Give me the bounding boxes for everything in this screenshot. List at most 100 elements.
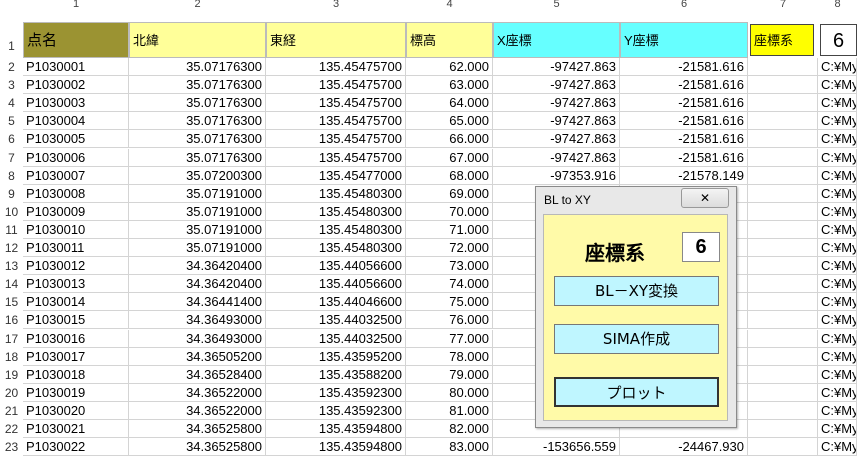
row-header[interactable]: 20	[0, 384, 23, 402]
cell-h[interactable]: 63.000	[406, 76, 493, 95]
cell-h[interactable]: 75.000	[406, 293, 493, 312]
row-header[interactable]: 17	[0, 330, 23, 348]
cell-empty[interactable]	[748, 257, 818, 276]
cell-path[interactable]: C:¥My	[818, 166, 857, 185]
cell-lat[interactable]: 35.07176300	[129, 76, 266, 95]
cell-y[interactable]: -21581.616	[620, 130, 748, 149]
cell-name[interactable]: P1030022	[23, 438, 129, 457]
cell-h[interactable]: 69.000	[406, 184, 493, 203]
cell-lat[interactable]: 34.36441400	[129, 293, 266, 312]
cell-name[interactable]: P1030017	[23, 347, 129, 366]
cell-lat[interactable]: 34.36420400	[129, 275, 266, 294]
cell-h[interactable]: 72.000	[406, 239, 493, 258]
cell-h[interactable]: 81.000	[406, 401, 493, 420]
cell-lat[interactable]: 35.07176300	[129, 94, 266, 113]
sima-create-button[interactable]: SIMA作成	[554, 324, 719, 354]
coord-system-input[interactable]: 6	[682, 232, 720, 262]
cell-path[interactable]: C:¥My	[818, 130, 857, 149]
cell-name[interactable]: P1030001	[23, 58, 129, 77]
cell-name[interactable]: P1030020	[23, 401, 129, 420]
cell-h[interactable]: 68.000	[406, 166, 493, 185]
row-header[interactable]: 18	[0, 348, 23, 366]
row-header[interactable]: 9	[0, 185, 23, 203]
row-header[interactable]: 8	[0, 167, 23, 185]
cell-lat[interactable]: 35.07191000	[129, 202, 266, 221]
cell-lon[interactable]: 135.45480300	[266, 202, 406, 221]
cell-lon[interactable]: 135.45475700	[266, 76, 406, 95]
row-header-1[interactable]: 1	[0, 24, 23, 58]
cell-lon[interactable]: 135.43588200	[266, 365, 406, 384]
cell-empty[interactable]	[748, 94, 818, 113]
row-header[interactable]: 13	[0, 257, 23, 275]
cell-lat[interactable]: 35.07176300	[129, 58, 266, 77]
cell-lon[interactable]: 135.45480300	[266, 239, 406, 258]
cell-lon[interactable]: 135.44032500	[266, 311, 406, 330]
cell-lon[interactable]: 135.45475700	[266, 94, 406, 113]
cell-lon[interactable]: 135.44056600	[266, 275, 406, 294]
cell-x[interactable]: -97427.863	[493, 94, 620, 113]
bl-xy-convert-button[interactable]: BL－XY変換	[554, 276, 719, 306]
cell-name[interactable]: P1030006	[23, 148, 129, 167]
cell-lat[interactable]: 34.36522000	[129, 383, 266, 402]
cell-h[interactable]: 82.000	[406, 420, 493, 439]
cell-lat[interactable]: 34.36522000	[129, 401, 266, 420]
cell-path[interactable]: C:¥My	[818, 311, 857, 330]
cell-lon[interactable]: 135.45475700	[266, 112, 406, 131]
row-header[interactable]: 12	[0, 239, 23, 257]
cell-h[interactable]: 64.000	[406, 94, 493, 113]
row-header[interactable]: 10	[0, 203, 23, 221]
cell-h[interactable]: 74.000	[406, 275, 493, 294]
cell-empty[interactable]	[748, 329, 818, 348]
cell-path[interactable]: C:¥My	[818, 94, 857, 113]
cell-path[interactable]: C:¥My	[818, 58, 857, 77]
cell-lat[interactable]: 35.07191000	[129, 239, 266, 258]
cell-h[interactable]: 83.000	[406, 438, 493, 457]
row-header[interactable]: 19	[0, 366, 23, 384]
cell-lon[interactable]: 135.43594800	[266, 420, 406, 439]
row-header[interactable]: 6	[0, 130, 23, 148]
cell-lon[interactable]: 135.45475700	[266, 58, 406, 77]
cell-empty[interactable]	[748, 293, 818, 312]
cell-x[interactable]: -97427.863	[493, 76, 620, 95]
cell-lon[interactable]: 135.45475700	[266, 130, 406, 149]
cell-empty[interactable]	[748, 130, 818, 149]
cell-name[interactable]: P1030013	[23, 275, 129, 294]
cell-lon[interactable]: 135.43592300	[266, 401, 406, 420]
cell-lat[interactable]: 34.36505200	[129, 347, 266, 366]
row-header[interactable]: 5	[0, 112, 23, 130]
cell-empty[interactable]	[748, 76, 818, 95]
cell-name[interactable]: P1030019	[23, 383, 129, 402]
cell-h[interactable]: 70.000	[406, 202, 493, 221]
cell-name[interactable]: P1030008	[23, 184, 129, 203]
cell-lat[interactable]: 35.07176300	[129, 148, 266, 167]
header-height[interactable]: 標高	[406, 22, 493, 58]
column-header-8[interactable]: 8	[818, 0, 857, 10]
column-header-1[interactable]: 1	[23, 0, 129, 10]
coord-system-value[interactable]: 6	[820, 24, 857, 56]
column-header-2[interactable]: 2	[129, 0, 266, 10]
cell-path[interactable]: C:¥My	[818, 347, 857, 366]
cell-lon[interactable]: 135.44046600	[266, 293, 406, 312]
cell-lat[interactable]: 35.07200300	[129, 166, 266, 185]
cell-lat[interactable]: 34.36525800	[129, 420, 266, 439]
cell-empty[interactable]	[748, 239, 818, 258]
cell-h[interactable]: 73.000	[406, 257, 493, 276]
row-header[interactable]: 2	[0, 58, 23, 76]
cell-y[interactable]: -21578.149	[620, 166, 748, 185]
cell-name[interactable]: P1030014	[23, 293, 129, 312]
cell-empty[interactable]	[748, 365, 818, 384]
cell-h[interactable]: 62.000	[406, 58, 493, 77]
cell-empty[interactable]	[748, 148, 818, 167]
row-header[interactable]: 23	[0, 438, 23, 456]
cell-lon[interactable]: 135.45480300	[266, 184, 406, 203]
cell-x[interactable]: -97427.863	[493, 112, 620, 131]
cell-name[interactable]: P1030016	[23, 329, 129, 348]
cell-name[interactable]: P1030003	[23, 94, 129, 113]
row-header[interactable]: 21	[0, 402, 23, 420]
column-header-6[interactable]: 6	[620, 0, 748, 10]
cell-h[interactable]: 67.000	[406, 148, 493, 167]
column-header-3[interactable]: 3	[266, 0, 406, 10]
cell-empty[interactable]	[748, 202, 818, 221]
cell-lat[interactable]: 35.07191000	[129, 184, 266, 203]
cell-path[interactable]: C:¥My	[818, 239, 857, 258]
